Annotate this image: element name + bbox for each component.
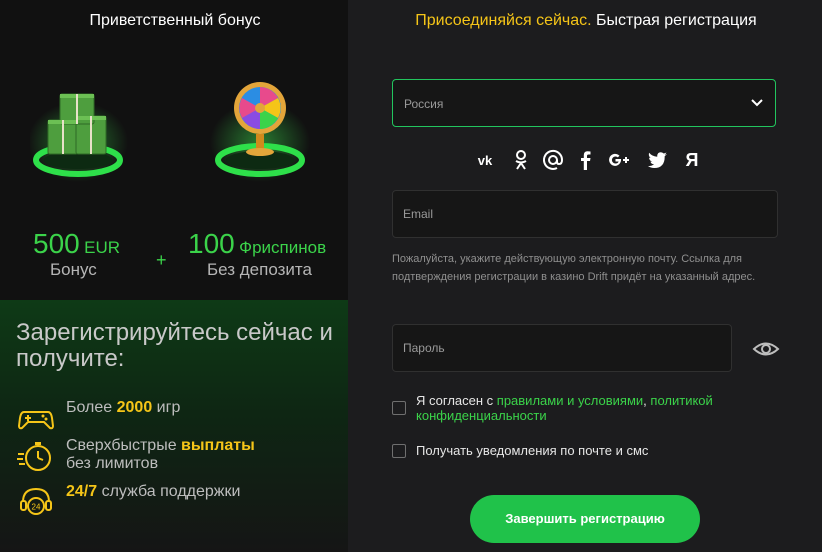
terms-link[interactable]: правилами и условиями [497,393,643,408]
yandex-icon[interactable]: Я [679,148,705,172]
money-stacks-icon [30,72,140,192]
notifications-label: Получать уведомления по почте и смс [416,443,649,458]
email-field-wrapper [392,190,778,238]
benefits-title: Зарегистрируйтесь сейчас и получите: [16,319,333,372]
email-field[interactable] [393,191,777,237]
svg-text:24: 24 [32,503,41,512]
freespins-amount: 100 Фриспинов [188,228,326,260]
terms-checkbox[interactable] [392,401,406,415]
bonus-amount-eur: 500 EUR [33,228,120,260]
password-field[interactable] [393,325,731,371]
vk-icon[interactable]: vk [472,148,498,172]
freespins-label: Без депозита [207,260,312,279]
benefits-section: Зарегистрируйтесь сейчас и получите: Бол… [0,300,348,552]
bonus-panel: Приветственный бонус 500 EUR Бонус + 100… [0,0,348,552]
email-hint: Пожалуйста, укажите действующую электрон… [392,253,756,283]
welcome-bonus-title: Приветственный бонус [89,12,261,29]
mail-at-icon[interactable] [540,148,566,172]
complete-registration-button[interactable]: Завершить регистрацию [470,495,700,543]
feature-games-text: Более 2000 игр [66,399,181,416]
feature-support-text: 24/7 служба поддержки [66,483,241,500]
google-plus-icon[interactable] [606,148,632,172]
country-select-value: Россия [404,97,444,111]
stopwatch-icon [16,436,56,476]
odnoklassniki-icon[interactable] [508,148,534,172]
plus-sign: + [156,250,167,270]
support-24-icon: 24 [16,482,56,522]
notifications-checkbox[interactable] [392,444,406,458]
country-select[interactable]: Россия [392,79,776,127]
registration-title-rest: Быстрая регистрация [591,12,757,29]
gamepad-icon [16,398,56,438]
chevron-down-icon [749,94,765,110]
bonus-amount-value: 500 [33,228,80,259]
registration-title: Присоединяйся сейчас. Быстрая регистраци… [394,12,778,30]
password-field-wrapper [392,324,732,372]
freespins-amount-value: 100 [188,228,235,259]
terms-label: Я согласен с правилами и условиями, поли… [416,393,713,423]
freespins-amount-unit: Фриспинов [239,238,327,257]
feature-payouts-text: Сверхбыстрые выплаты без лимитов [66,437,255,472]
show-password-eye-icon[interactable] [752,338,780,360]
bonus-label: Бонус [50,260,97,279]
welcome-bonus-section: Приветственный бонус 500 EUR Бонус + 100… [0,0,348,300]
facebook-icon[interactable] [572,148,598,172]
svg-text:vk: vk [478,153,493,168]
fortune-wheel-icon [210,72,320,192]
registration-title-highlight: Присоединяйся сейчас. [415,12,592,29]
twitter-icon[interactable] [644,148,670,172]
bonus-amount-unit: EUR [84,238,121,257]
